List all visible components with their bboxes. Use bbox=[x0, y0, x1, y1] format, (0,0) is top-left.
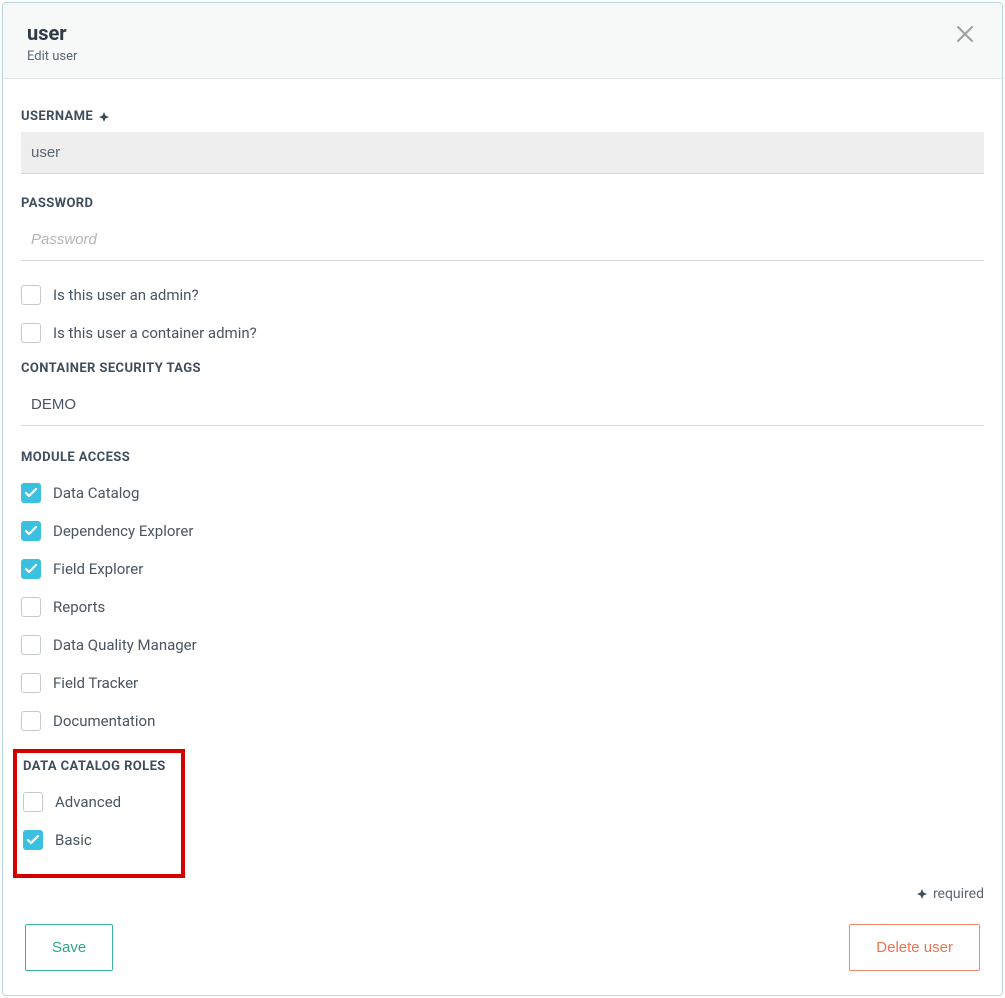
module-access-label-data-catalog: Data Catalog bbox=[53, 484, 139, 502]
module-access-checkbox-documentation[interactable] bbox=[21, 711, 41, 731]
delete-user-button[interactable]: Delete user bbox=[849, 924, 980, 971]
module-access-row-field-tracker: Field Tracker bbox=[21, 673, 984, 693]
module-access-checkbox-data-quality-manager[interactable] bbox=[21, 635, 41, 655]
module-access-label-data-quality-manager: Data Quality Manager bbox=[53, 636, 197, 654]
close-icon bbox=[956, 25, 974, 43]
module-access-row-data-quality-manager: Data Quality Manager bbox=[21, 635, 984, 655]
password-label: Password bbox=[21, 196, 984, 211]
data-catalog-role-row-basic: Basic bbox=[23, 830, 173, 850]
module-access-label-reports: Reports bbox=[53, 598, 105, 616]
data-catalog-role-label-advanced: Advanced bbox=[55, 793, 121, 811]
username-label: Username bbox=[21, 109, 984, 124]
module-access-checkbox-dependency-explorer[interactable] bbox=[21, 521, 41, 541]
highlighted-roles-box: Data Catalog Roles Advanced Basic bbox=[13, 749, 185, 878]
module-access-label: Module Access bbox=[21, 450, 984, 465]
required-footer: required bbox=[3, 886, 1002, 918]
dialog-footer: Save Delete user bbox=[3, 918, 1002, 995]
module-access-row-field-explorer: Field Explorer bbox=[21, 559, 984, 579]
data-catalog-role-checkbox-basic[interactable] bbox=[23, 830, 43, 850]
dialog-subtitle: Edit user bbox=[27, 49, 77, 64]
data-catalog-roles-label: Data Catalog Roles bbox=[23, 759, 173, 774]
container-admin-checkbox[interactable] bbox=[21, 323, 41, 343]
module-access-checkbox-field-explorer[interactable] bbox=[21, 559, 41, 579]
dialog-header: user Edit user bbox=[3, 3, 1002, 79]
security-tags-input[interactable] bbox=[21, 384, 984, 426]
security-tags-label: Container Security Tags bbox=[21, 361, 984, 376]
data-catalog-role-row-advanced: Advanced bbox=[23, 792, 173, 812]
data-catalog-role-checkbox-advanced[interactable] bbox=[23, 792, 43, 812]
module-access-label-documentation: Documentation bbox=[53, 712, 155, 730]
module-access-checkbox-data-catalog[interactable] bbox=[21, 483, 41, 503]
module-access-row-data-catalog: Data Catalog bbox=[21, 483, 984, 503]
password-input[interactable] bbox=[21, 219, 984, 261]
module-access-row-documentation: Documentation bbox=[21, 711, 984, 731]
admin-checkbox[interactable] bbox=[21, 285, 41, 305]
data-catalog-role-label-basic: Basic bbox=[55, 831, 92, 849]
save-button[interactable]: Save bbox=[25, 924, 113, 971]
dialog-body: Username Password Is this user an admin?… bbox=[3, 79, 1002, 886]
container-admin-checkbox-label: Is this user a container admin? bbox=[53, 324, 257, 342]
admin-checkbox-label: Is this user an admin? bbox=[53, 286, 199, 304]
module-access-label-dependency-explorer: Dependency Explorer bbox=[53, 522, 193, 540]
module-access-label-field-explorer: Field Explorer bbox=[53, 560, 143, 578]
module-access-checkbox-reports[interactable] bbox=[21, 597, 41, 617]
module-access-list: Data Catalog Dependency Explorer Field Exp… bbox=[21, 483, 984, 731]
data-catalog-roles-list: Advanced Basic bbox=[23, 792, 173, 850]
module-access-checkbox-field-tracker[interactable] bbox=[21, 673, 41, 693]
edit-user-dialog: user Edit user Username Password Is this… bbox=[2, 2, 1003, 996]
required-indicator-icon bbox=[99, 112, 109, 122]
dialog-title: user bbox=[27, 21, 77, 45]
required-indicator-icon bbox=[917, 889, 927, 899]
module-access-row-reports: Reports bbox=[21, 597, 984, 617]
module-access-row-dependency-explorer: Dependency Explorer bbox=[21, 521, 984, 541]
close-button[interactable] bbox=[952, 21, 978, 47]
username-input[interactable] bbox=[21, 132, 984, 174]
module-access-label-field-tracker: Field Tracker bbox=[53, 674, 138, 692]
